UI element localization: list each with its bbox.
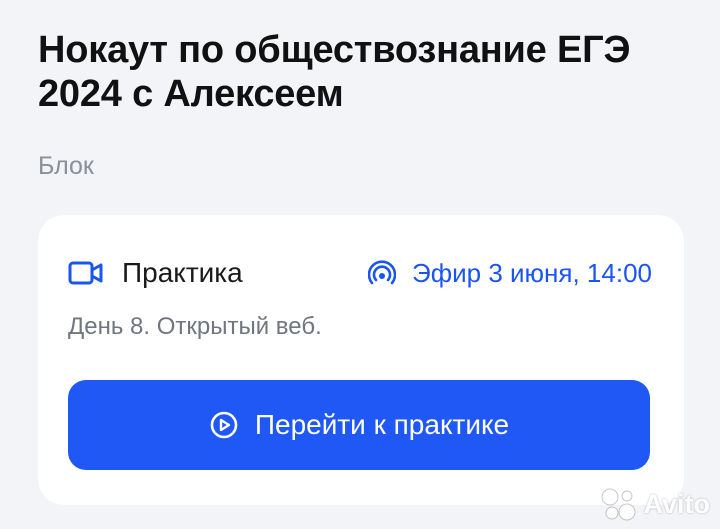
broadcast-time: Эфир 3 июня, 14:00 xyxy=(412,257,652,288)
lesson-description: День 8. Открытый веб. xyxy=(68,313,322,340)
lesson-header: Практика Эфир 3 июня, 14:00 xyxy=(68,255,652,291)
broadcast-icon xyxy=(368,259,397,287)
avito-watermark: Avito xyxy=(598,487,711,521)
go-to-practice-label: Перейти к практике xyxy=(254,409,510,440)
avito-logo-icon xyxy=(601,488,635,521)
play-circle-icon xyxy=(209,410,239,440)
page-title: Нокаут по обществознание ЕГЭ 2024 с Алек… xyxy=(38,29,631,115)
avito-wordmark: Avito xyxy=(643,488,711,519)
broadcast-info: Эфир 3 июня, 14:00 xyxy=(368,258,652,289)
go-to-practice-button[interactable]: Перейти к практике xyxy=(68,380,650,470)
lesson-type-label: Практика xyxy=(122,257,243,288)
section-label: Блок xyxy=(38,152,94,180)
video-camera-icon xyxy=(68,258,104,288)
lesson-card: Практика Эфир 3 июня, 14:00 День 8. Откр… xyxy=(38,215,684,505)
